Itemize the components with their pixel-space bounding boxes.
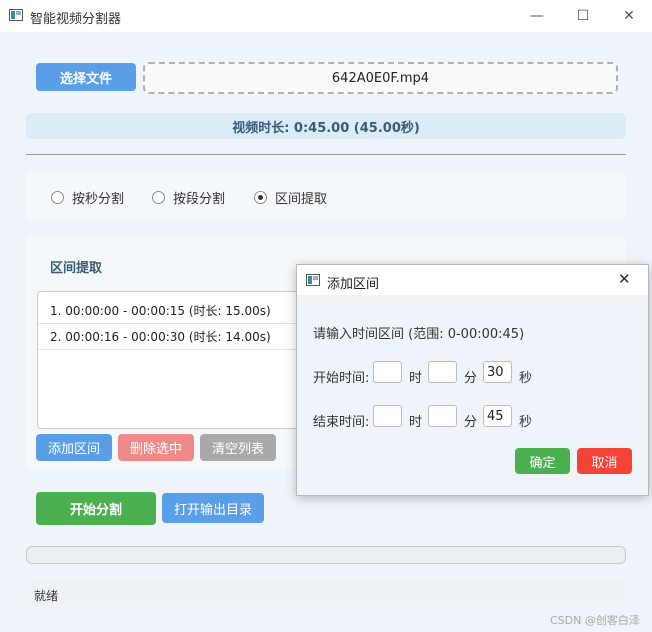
start-second-input[interactable]: 30 [483, 361, 512, 383]
interval-list[interactable]: 1. 00:00:00 - 00:00:15 (时长: 15.00s) 2. 0… [37, 291, 319, 429]
interval-panel-title: 区间提取 [50, 261, 103, 276]
maximize-icon: ☐ [576, 8, 590, 24]
start-hour-input[interactable] [373, 361, 402, 383]
list-item[interactable]: 2. 00:00:16 - 00:00:30 (时长: 14.00s) [38, 324, 318, 350]
cancel-button[interactable]: 取消 [577, 448, 632, 474]
delete-selected-button[interactable]: 删除选中 [118, 434, 194, 461]
file-drop-area[interactable]: 642A0E0F.mp4 [143, 62, 618, 94]
status-bar [26, 580, 626, 606]
clear-list-button[interactable]: 清空列表 [200, 434, 276, 461]
mode-option-seconds[interactable]: 按秒分割 [51, 188, 124, 207]
radio-seconds[interactable] [51, 191, 64, 204]
list-item-text: 2. 00:00:16 - 00:00:30 (时长: 14.00s) [50, 330, 271, 344]
mode-option-segments[interactable]: 按段分割 [152, 188, 225, 207]
divider [26, 154, 626, 155]
radio-segments[interactable] [152, 191, 165, 204]
second-unit-label: 秒 [519, 371, 533, 386]
minimize-button[interactable]: — [514, 0, 560, 32]
mode-label-interval: 区间提取 [275, 192, 328, 207]
open-output-button[interactable]: 打开输出目录 [162, 493, 264, 523]
duration-text: 视频时长: 0:45.00 (45.00秒) [232, 120, 420, 136]
status-text: 就绪 [34, 589, 59, 603]
select-file-button[interactable]: 选择文件 [36, 63, 136, 91]
duration-banner: 视频时长: 0:45.00 (45.00秒) [26, 113, 626, 139]
maximize-button[interactable]: ☐ [560, 0, 606, 32]
close-icon: ✕ [623, 8, 635, 24]
minimize-icon: — [530, 8, 544, 24]
dialog-app-icon [306, 274, 320, 286]
list-item-text: 1. 00:00:00 - 00:00:15 (时长: 15.00s) [50, 304, 271, 318]
end-second-input[interactable]: 45 [483, 405, 512, 427]
start-time-label: 开始时间: [313, 371, 370, 386]
add-interval-button[interactable]: 添加区间 [36, 434, 112, 461]
hour-unit-label: 时 [409, 371, 423, 386]
window-title: 智能视频分割器 [30, 12, 122, 27]
mode-option-interval[interactable]: 区间提取 [254, 188, 327, 207]
ok-button[interactable]: 确定 [515, 448, 570, 474]
list-item[interactable]: 1. 00:00:00 - 00:00:15 (时长: 15.00s) [38, 298, 318, 324]
end-time-label: 结束时间: [313, 415, 370, 430]
file-name: 642A0E0F.mp4 [331, 70, 430, 86]
mode-label-seconds: 按秒分割 [72, 192, 125, 207]
dialog-prompt: 请输入时间区间 (范围: 0-00:00:45) [313, 327, 525, 342]
end-minute-input[interactable] [428, 405, 457, 427]
dialog-close-icon[interactable]: ✕ [618, 270, 631, 288]
close-button[interactable]: ✕ [606, 0, 652, 32]
progress-bar [26, 546, 626, 564]
mode-label-segments: 按段分割 [173, 192, 226, 207]
app-icon [9, 9, 23, 21]
end-hour-input[interactable] [373, 405, 402, 427]
add-interval-dialog: 添加区间 ✕ 请输入时间区间 (范围: 0-00:00:45) 开始时间: 时 … [296, 264, 649, 496]
minute-unit-label: 分 [464, 415, 478, 430]
watermark: CSDN @创客白泽 [550, 614, 640, 627]
start-split-button[interactable]: 开始分割 [36, 492, 156, 525]
minute-unit-label: 分 [464, 371, 478, 386]
radio-interval[interactable] [254, 191, 267, 204]
dialog-title: 添加区间 [327, 277, 380, 292]
second-unit-label: 秒 [519, 415, 533, 430]
hour-unit-label: 时 [409, 415, 423, 430]
start-minute-input[interactable] [428, 361, 457, 383]
